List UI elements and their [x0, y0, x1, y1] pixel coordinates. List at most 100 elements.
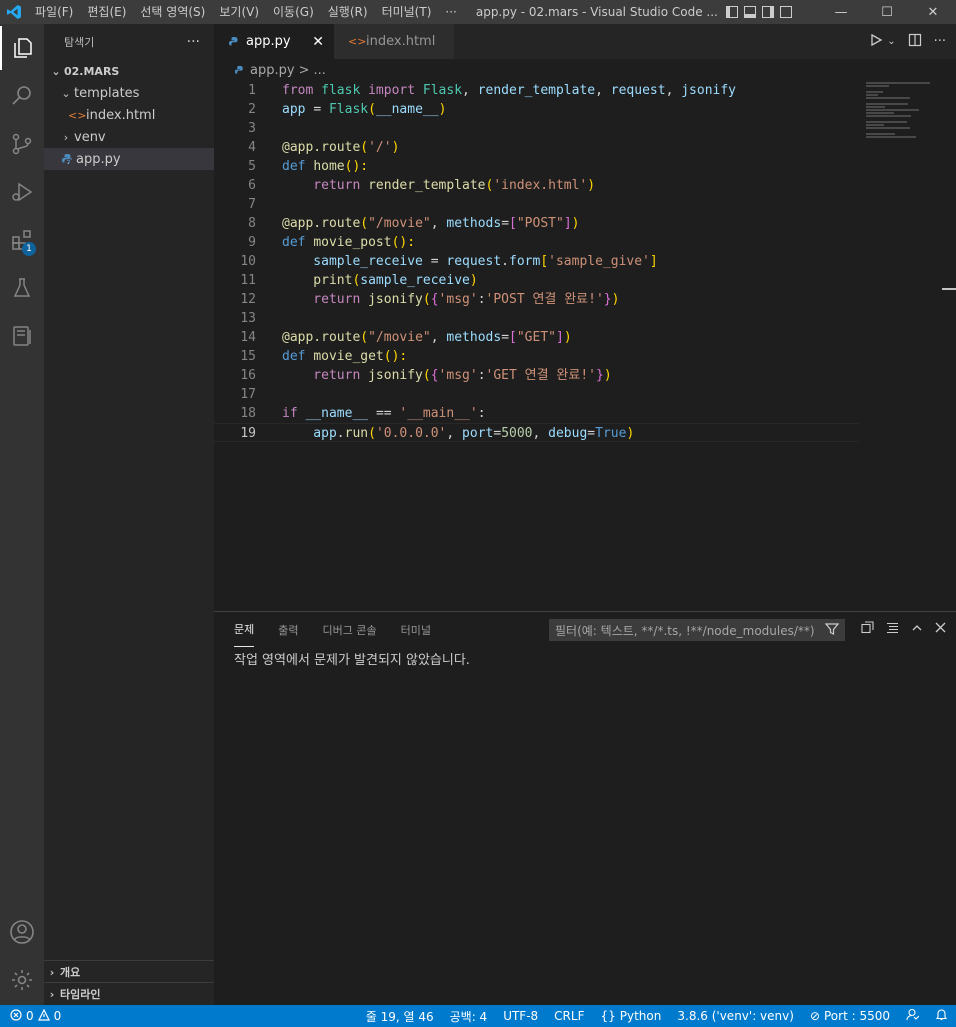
- code-line[interactable]: 1 from flask import Flask, render_templat…: [214, 81, 859, 100]
- menu-edit[interactable]: 편집(E): [80, 0, 133, 24]
- tab-terminal[interactable]: 터미널: [401, 612, 431, 647]
- code-line[interactable]: 10 sample_receive = request.form['sample…: [214, 252, 859, 271]
- feedback-icon[interactable]: [898, 1008, 927, 1024]
- testing-icon[interactable]: [0, 266, 44, 310]
- minimap-line: [866, 94, 879, 96]
- cursor-position[interactable]: 줄 19, 열 46: [358, 1008, 442, 1025]
- view-as-list-icon[interactable]: [886, 621, 899, 638]
- close-panel-icon[interactable]: [935, 622, 946, 637]
- tree-item-venv[interactable]: › venv: [44, 126, 214, 148]
- python-interpreter[interactable]: 3.8.6 ('venv': venv): [669, 1009, 802, 1023]
- language-mode[interactable]: {} Python: [592, 1009, 669, 1023]
- status-right: 줄 19, 열 46 공백: 4 UTF-8 CRLF {} Python 3.8…: [358, 1005, 956, 1027]
- maximize-panel-icon[interactable]: [911, 622, 923, 638]
- chevron-right-icon: ›: [63, 130, 69, 144]
- tab-problems[interactable]: 문제: [234, 612, 255, 647]
- manage-gear-icon[interactable]: [0, 958, 44, 1002]
- menu-terminal[interactable]: 터미널(T): [375, 0, 439, 24]
- menu-file[interactable]: 파일(F): [28, 0, 80, 24]
- code-token: .: [336, 426, 345, 441]
- accounts-icon[interactable]: [0, 910, 44, 954]
- tab-app-py[interactable]: app.py ✕: [214, 24, 334, 59]
- code-token: return: [282, 368, 369, 383]
- problems-filter-input[interactable]: 필터(예: 텍스트, **/*.ts, !**/node_modules/**): [549, 619, 845, 641]
- code-line[interactable]: 13: [214, 309, 859, 328]
- filter-icon[interactable]: [824, 622, 840, 639]
- code-line[interactable]: 11 print(sample_receive): [214, 271, 859, 290]
- code-line[interactable]: 2 app = Flask(__name__): [214, 100, 859, 119]
- code-line[interactable]: 17: [214, 385, 859, 404]
- notifications-bell-icon[interactable]: [927, 1008, 956, 1024]
- code-line[interactable]: 18 if __name__ == '__main__':: [214, 404, 859, 423]
- code-line[interactable]: 19 app.run('0.0.0.0', port=5000, debug=T…: [214, 423, 859, 442]
- search-icon[interactable]: [0, 74, 44, 118]
- workspace-folder-label: 02.MARS: [64, 64, 120, 78]
- menu-selection[interactable]: 선택 영역(S): [133, 0, 212, 24]
- workspace-folder[interactable]: ⌄ 02.MARS: [44, 60, 214, 82]
- maximize-button[interactable]: ☐: [864, 0, 910, 24]
- toggle-secondary-sidebar-icon[interactable]: [761, 6, 774, 18]
- chevron-down-icon[interactable]: ⌄: [887, 36, 895, 47]
- code-line[interactable]: 3: [214, 119, 859, 138]
- encoding[interactable]: UTF-8: [495, 1009, 546, 1023]
- collapse-all-icon[interactable]: [861, 621, 874, 638]
- toggle-panel-icon[interactable]: [743, 6, 756, 18]
- split-editor-icon[interactable]: [908, 33, 922, 51]
- code-line[interactable]: 12 return jsonify({'msg':'POST 연결 완료!'}): [214, 290, 859, 309]
- code-line[interactable]: 4 @app.route('/'): [214, 138, 859, 157]
- code-line[interactable]: 8 @app.route("/movie", methods=["POST"]): [214, 214, 859, 233]
- outline-section[interactable]: › 개요: [44, 960, 214, 983]
- python-file-icon: [58, 153, 76, 165]
- code-line[interactable]: 16 return jsonify({'msg':'GET 연결 완료!'}): [214, 366, 859, 385]
- explorer-more-button[interactable]: ···: [187, 34, 200, 50]
- code-line[interactable]: 14 @app.route("/movie", methods=["GET"]): [214, 328, 859, 347]
- more-actions-icon[interactable]: ···: [934, 34, 946, 49]
- extensions-icon[interactable]: 1: [0, 218, 44, 262]
- menu-run[interactable]: 실행(R): [321, 0, 375, 24]
- code-token: True: [595, 426, 627, 441]
- code-line[interactable]: 7: [214, 195, 859, 214]
- customize-layout-icon[interactable]: [779, 6, 792, 18]
- outline-label: 개요: [60, 966, 81, 979]
- minimap[interactable]: [866, 81, 942, 141]
- problems-status[interactable]: 0 0: [0, 1008, 61, 1024]
- source-control-icon[interactable]: [0, 122, 44, 166]
- vscode-logo-icon: [0, 0, 28, 24]
- code-token: =: [587, 426, 596, 441]
- breadcrumb-more[interactable]: ...: [313, 63, 325, 78]
- code-editor[interactable]: 1 from flask import Flask, render_templat…: [214, 81, 859, 442]
- code-token: Flask: [328, 102, 369, 117]
- tree-item-templates[interactable]: ⌄ templates: [44, 82, 214, 104]
- explorer-title: 탐색기: [64, 36, 95, 49]
- close-window-button[interactable]: ✕: [910, 0, 956, 24]
- explorer-icon[interactable]: [0, 26, 44, 70]
- tree-item-index-html[interactable]: <> index.html: [44, 104, 214, 126]
- live-server-port[interactable]: ⊘ Port : 5500: [802, 1009, 898, 1023]
- tree-item-app-py[interactable]: app.py: [44, 148, 214, 170]
- bottom-panel: 문제 출력 디버그 콘솔 터미널 필터(예: 텍스트, **/*.ts, !**…: [214, 611, 956, 1006]
- close-tab-icon[interactable]: ✕: [312, 34, 324, 50]
- menu-more[interactable]: ···: [438, 0, 463, 24]
- timeline-section[interactable]: › 타임라인: [44, 982, 214, 1005]
- tab-output[interactable]: 출력: [278, 612, 298, 647]
- run-python-file-icon[interactable]: [869, 33, 883, 51]
- code-line[interactable]: 5 def home():: [214, 157, 859, 176]
- indentation[interactable]: 공백: 4: [442, 1008, 496, 1025]
- menu-go[interactable]: 이동(G): [266, 0, 321, 24]
- code-token: (: [368, 426, 376, 441]
- end-of-line[interactable]: CRLF: [546, 1009, 592, 1023]
- code-line[interactable]: 9 def movie_post():: [214, 233, 859, 252]
- menu-view[interactable]: 보기(V): [212, 0, 266, 24]
- code-line[interactable]: 6 return render_template('index.html'): [214, 176, 859, 195]
- code-line[interactable]: 15 def movie_get():: [214, 347, 859, 366]
- run-debug-icon[interactable]: [0, 170, 44, 214]
- remote-explorer-icon[interactable]: [0, 314, 44, 358]
- code-token: form: [509, 254, 541, 269]
- tree-item-label: app.py: [76, 151, 121, 167]
- minimize-button[interactable]: —: [818, 0, 864, 24]
- breadcrumb-file[interactable]: app.py: [250, 63, 295, 78]
- tab-index-html[interactable]: <> index.html: [334, 24, 454, 59]
- tab-debug-console[interactable]: 디버그 콘솔: [323, 612, 377, 647]
- toggle-sidebar-icon[interactable]: [725, 6, 738, 18]
- code-token: __name__: [305, 406, 376, 421]
